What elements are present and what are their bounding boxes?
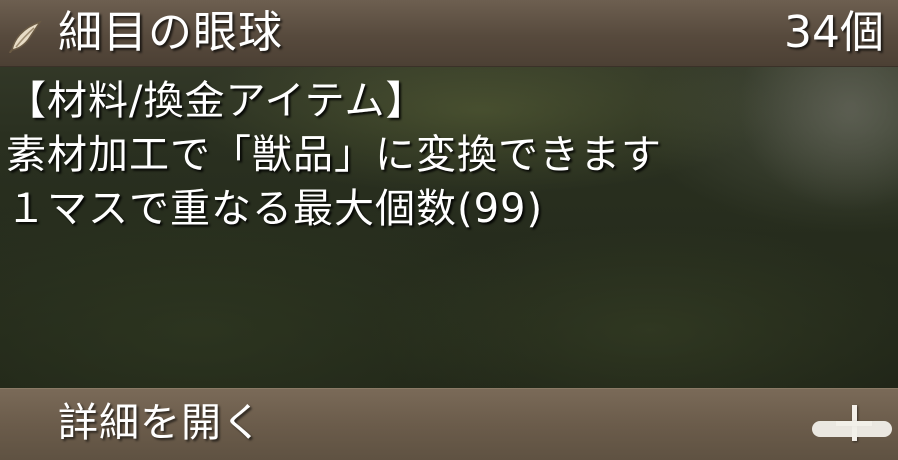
item-header-bar: 細目の眼球 34個 <box>0 0 898 67</box>
item-conversion-line: 素材加工で「獣品」に変換できます <box>6 132 662 178</box>
item-name: 細目の眼球 <box>58 7 283 58</box>
item-description: 【材料/換金アイテム】 素材加工で「獣品」に変換できます １マスで重なる最大個数… <box>6 74 886 236</box>
item-category-line: 【材料/換金アイテム】 <box>6 78 427 124</box>
open-details-bar[interactable]: 詳細を開く <box>0 388 898 460</box>
claw-material-icon <box>9 20 42 54</box>
scroll-handle[interactable] <box>812 421 892 437</box>
item-stack-line: １マスで重なる最大個数(99) <box>6 186 544 232</box>
item-count: 34個 <box>784 7 884 58</box>
open-details-button[interactable]: 詳細を開く <box>58 395 263 451</box>
